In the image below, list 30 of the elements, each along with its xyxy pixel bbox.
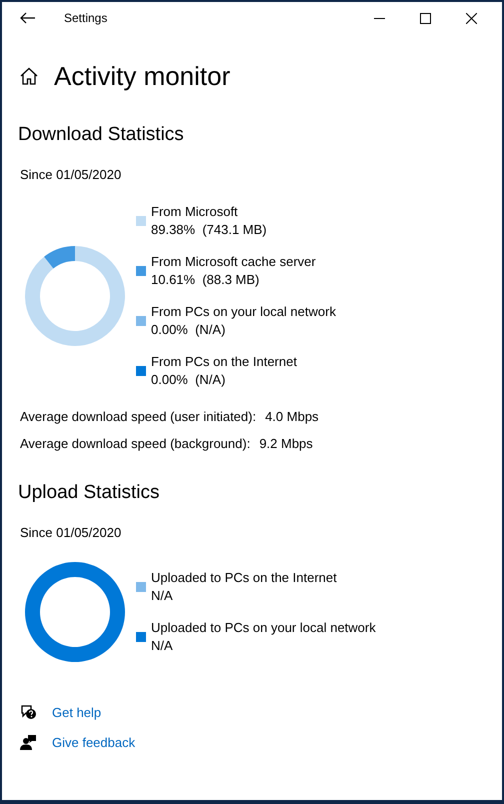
speed-value: 4.0 Mbps [265, 409, 319, 424]
speed-label: Average download speed (background): [20, 436, 250, 451]
date-label: Since 01/05/2020 [20, 167, 122, 183]
person-speech-icon[interactable] [20, 734, 37, 751]
legend-value: 10.61% (88.3 MB) [151, 271, 260, 289]
home-icon[interactable] [20, 67, 38, 85]
legend-label: Uploaded to PCs on the Internet [151, 569, 337, 587]
legend-value: 0.00% (N/A) [151, 371, 226, 389]
legend-label: From Microsoft [151, 203, 239, 221]
link[interactable]: Get help [52, 705, 102, 720]
back-icon[interactable] [20, 12, 36, 24]
link[interactable]: Give feedback [52, 735, 136, 750]
legend-value: 0.00% (N/A) [151, 321, 226, 339]
close-icon[interactable] [466, 12, 477, 24]
legend-label: From PCs on your local network [151, 303, 336, 321]
help-icon[interactable] [20, 704, 37, 721]
page-title: Activity monitor [54, 60, 230, 92]
legend-value: N/A [151, 637, 174, 655]
speed-value: 9.2 Mbps [259, 436, 313, 451]
section-heading: Upload Statistics [18, 482, 161, 505]
window-title: Settings [64, 11, 108, 25]
legend-value: N/A [151, 587, 174, 605]
legend-label: Uploaded to PCs on your local network [151, 619, 376, 637]
date-label: Since 01/05/2020 [20, 525, 122, 541]
legend-value: 89.38% (743.1 MB) [151, 221, 267, 239]
speed-label: Average download speed (user initiated): [20, 409, 256, 424]
section-heading: Download Statistics [18, 124, 185, 147]
maximize-icon[interactable] [420, 12, 431, 24]
legend-label: From Microsoft cache server [151, 253, 316, 271]
legend-label: From PCs on the Internet [151, 353, 297, 371]
